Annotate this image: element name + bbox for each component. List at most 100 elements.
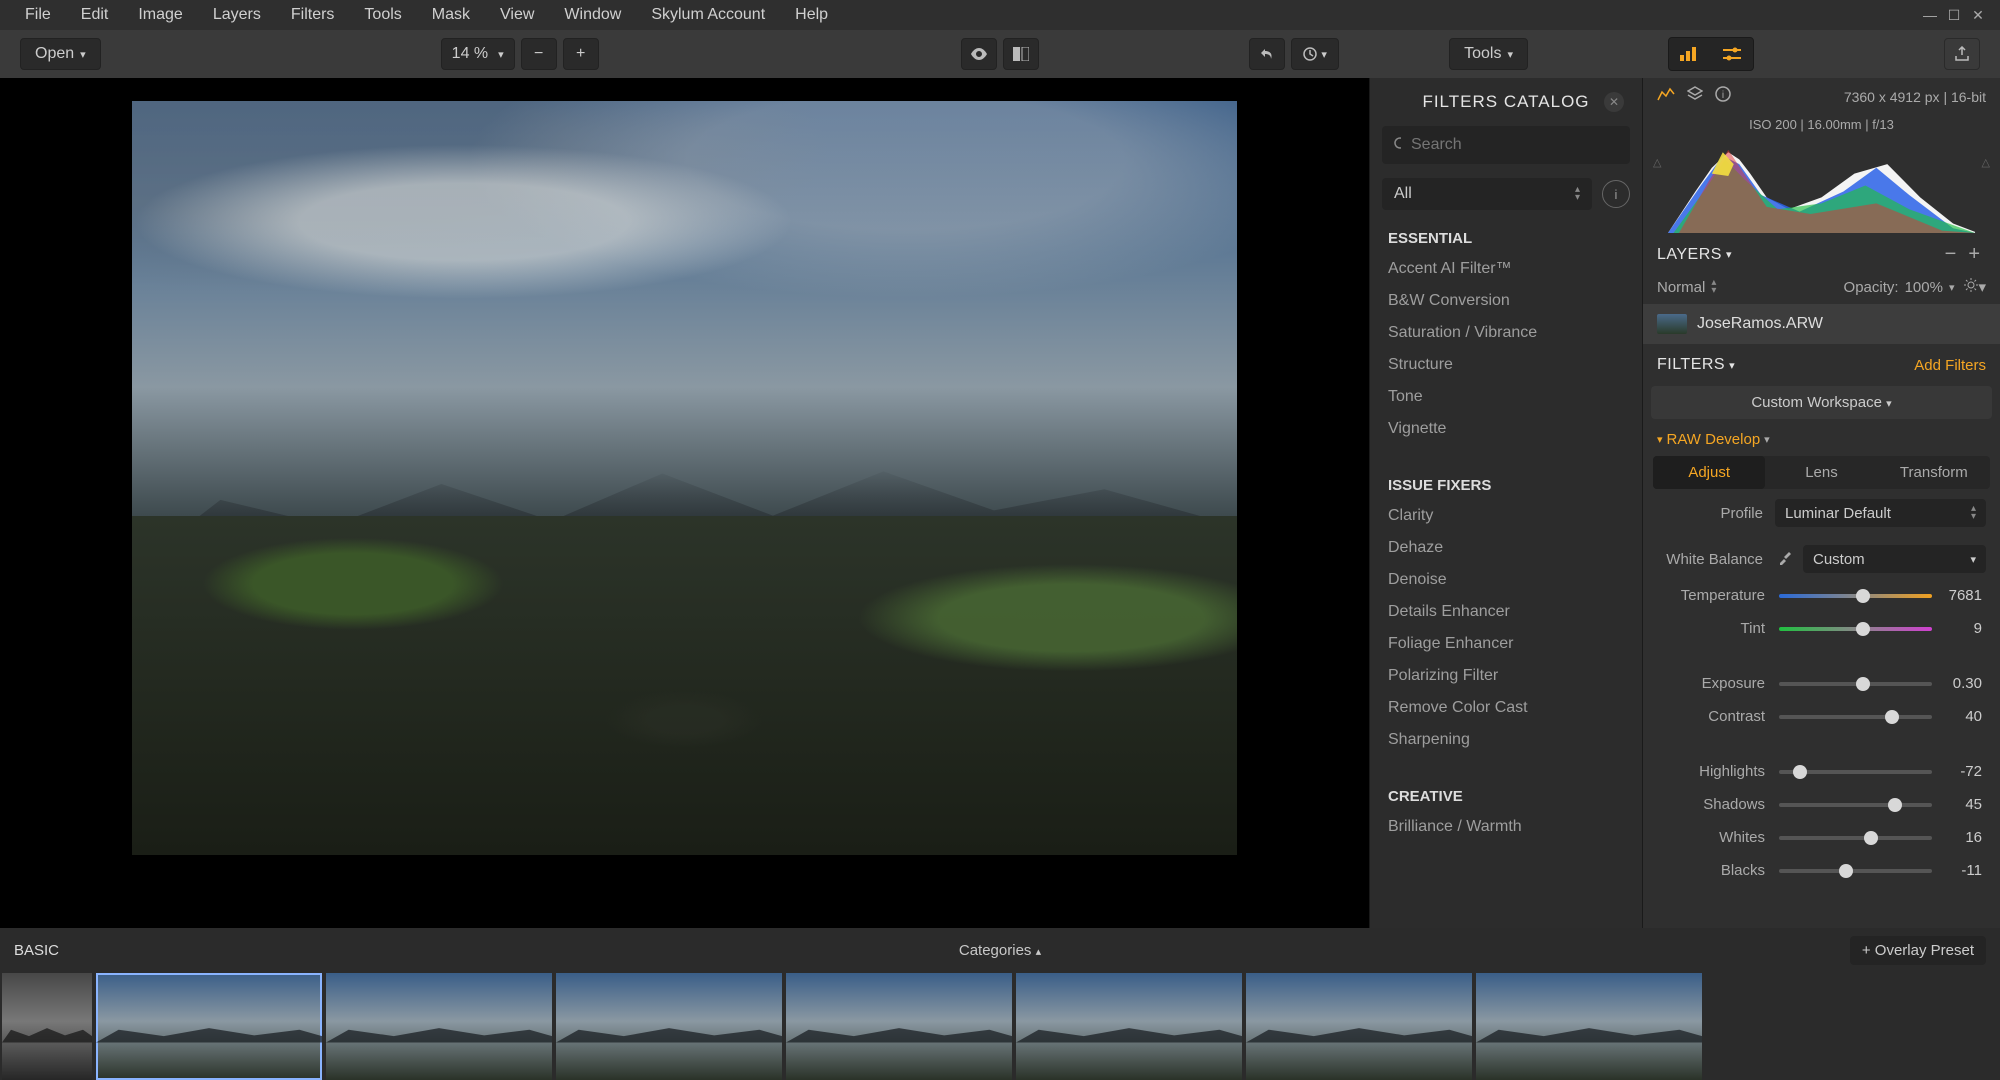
remove-layer-button[interactable]: − [1939, 243, 1963, 266]
slider-track[interactable] [1779, 715, 1932, 719]
filter-b-w-conversion[interactable]: B&W Conversion [1370, 285, 1642, 317]
info-tab-icon[interactable]: i [1715, 86, 1731, 107]
preset-thumb[interactable] [1246, 973, 1472, 1080]
window-minimize[interactable]: — [1918, 7, 1942, 23]
preset-thumb[interactable] [1016, 973, 1242, 1080]
tools-dropdown[interactable]: Tools ▾ [1449, 38, 1528, 70]
workspace-dropdown[interactable]: Custom Workspace ▾ [1651, 386, 1992, 419]
filter-polarizing-filter[interactable]: Polarizing Filter [1370, 660, 1642, 692]
slider-track[interactable] [1779, 770, 1932, 774]
layer-settings-button[interactable]: ▾ [1964, 278, 1986, 296]
eyedropper-button[interactable] [1775, 548, 1797, 570]
compare-button[interactable] [1003, 38, 1039, 70]
search-input[interactable] [1411, 136, 1618, 154]
filter-vignette[interactable]: Vignette [1370, 413, 1642, 445]
window-maximize[interactable]: ☐ [1942, 7, 1966, 24]
filter-sharpening[interactable]: Sharpening [1370, 724, 1642, 756]
clip-warning-right-icon[interactable]: △ [1982, 156, 1990, 169]
slider-knob[interactable] [1856, 622, 1870, 636]
open-button[interactable]: Open ▾ [20, 38, 101, 70]
slider-track[interactable] [1779, 836, 1932, 840]
slider-track[interactable] [1779, 627, 1932, 631]
slider-track[interactable] [1779, 594, 1932, 598]
undo-button[interactable] [1249, 38, 1285, 70]
preset-thumb[interactable] [96, 973, 322, 1080]
histogram-tab-icon[interactable] [1657, 87, 1675, 106]
profile-dropdown[interactable]: Luminar Default ▴▾ [1775, 499, 1986, 527]
blend-mode-dropdown[interactable]: Normal ▴▾ [1657, 279, 1716, 296]
search-input-wrap[interactable] [1382, 126, 1630, 164]
menu-help[interactable]: Help [780, 6, 843, 23]
filter-structure[interactable]: Structure [1370, 349, 1642, 381]
slider-track[interactable] [1779, 682, 1932, 686]
tab-adjust[interactable]: Adjust [1653, 456, 1765, 489]
canvas[interactable] [0, 78, 1369, 928]
layers-section-title[interactable]: LAYERS ▾ [1657, 246, 1732, 264]
zoom-out-button[interactable]: − [521, 38, 557, 70]
menubar: FileEditImageLayersFiltersToolsMaskViewW… [0, 0, 2000, 30]
slider-knob[interactable] [1839, 864, 1853, 878]
preset-thumb[interactable] [326, 973, 552, 1080]
menu-tools[interactable]: Tools [349, 6, 416, 23]
presets-panel-button[interactable] [1669, 38, 1711, 70]
slider-knob[interactable] [1793, 765, 1807, 779]
menu-image[interactable]: Image [123, 6, 197, 23]
filter-denoise[interactable]: Denoise [1370, 564, 1642, 596]
compare-icon [1013, 47, 1029, 61]
menu-window[interactable]: Window [549, 6, 636, 23]
tab-transform[interactable]: Transform [1878, 456, 1990, 489]
filter-dehaze[interactable]: Dehaze [1370, 532, 1642, 564]
add-layer-button[interactable]: + [1962, 243, 1986, 266]
wb-dropdown[interactable]: Custom ▾ [1803, 545, 1986, 573]
catalog-scope-dropdown[interactable]: All ▴▾ [1382, 178, 1592, 210]
filter-saturation-vibrance[interactable]: Saturation / Vibrance [1370, 317, 1642, 349]
layers-tab-icon[interactable] [1687, 86, 1703, 107]
filter-details-enhancer[interactable]: Details Enhancer [1370, 596, 1642, 628]
history-button[interactable]: ▾ [1291, 38, 1339, 70]
filter-clarity[interactable]: Clarity [1370, 500, 1642, 532]
slider-track[interactable] [1779, 803, 1932, 807]
menu-view[interactable]: View [485, 6, 549, 23]
slider-knob[interactable] [1888, 798, 1902, 812]
raw-develop-section[interactable]: ▾ RAW Develop ▾ [1643, 419, 2000, 456]
side-panel-button[interactable] [1711, 38, 1753, 70]
preset-thumb[interactable] [786, 973, 1012, 1080]
clip-warning-left-icon[interactable]: △ [1653, 156, 1661, 169]
preset-thumb[interactable] [1476, 973, 1702, 1080]
preset-thumb[interactable] [556, 973, 782, 1080]
preset-thumb[interactable] [2, 973, 92, 1080]
zoom-dropdown[interactable]: 14 % ▾ [441, 38, 515, 70]
menu-filters[interactable]: Filters [276, 6, 350, 23]
layer-item[interactable]: JoseRamos.ARW [1643, 304, 2000, 344]
menu-mask[interactable]: Mask [417, 6, 485, 23]
add-filters-button[interactable]: Add Filters [1914, 357, 1986, 374]
slider-knob[interactable] [1856, 677, 1870, 691]
close-catalog-button[interactable]: ✕ [1604, 92, 1624, 112]
eyedropper-icon [1779, 552, 1793, 566]
info-button[interactable]: i [1602, 180, 1630, 208]
preview-eye-button[interactable] [961, 38, 997, 70]
profile-label: Profile [1657, 505, 1775, 522]
opacity-value[interactable]: 100% [1905, 279, 1943, 296]
zoom-in-button[interactable]: + [563, 38, 599, 70]
export-button[interactable] [1944, 38, 1980, 70]
categories-dropdown[interactable]: Categories ▴ [959, 942, 1041, 959]
slider-knob[interactable] [1864, 831, 1878, 845]
overlay-preset-button[interactable]: + Overlay Preset [1850, 936, 1986, 965]
filters-section-title[interactable]: FILTERS ▾ [1657, 356, 1735, 374]
menu-layers[interactable]: Layers [198, 6, 276, 23]
slider-track[interactable] [1779, 869, 1932, 873]
filter-brilliance-warmth[interactable]: Brilliance / Warmth [1370, 811, 1642, 843]
chevron-up-icon: ▴ [1036, 945, 1042, 958]
menu-skylum-account[interactable]: Skylum Account [636, 6, 780, 23]
filter-remove-color-cast[interactable]: Remove Color Cast [1370, 692, 1642, 724]
tab-lens[interactable]: Lens [1765, 456, 1877, 489]
slider-knob[interactable] [1856, 589, 1870, 603]
menu-edit[interactable]: Edit [66, 6, 124, 23]
menu-file[interactable]: File [10, 6, 66, 23]
filter-accent-ai-filter-[interactable]: Accent AI Filter™ [1370, 253, 1642, 285]
window-close[interactable]: ✕ [1966, 7, 1990, 24]
slider-knob[interactable] [1885, 710, 1899, 724]
filter-foliage-enhancer[interactable]: Foliage Enhancer [1370, 628, 1642, 660]
filter-tone[interactable]: Tone [1370, 381, 1642, 413]
